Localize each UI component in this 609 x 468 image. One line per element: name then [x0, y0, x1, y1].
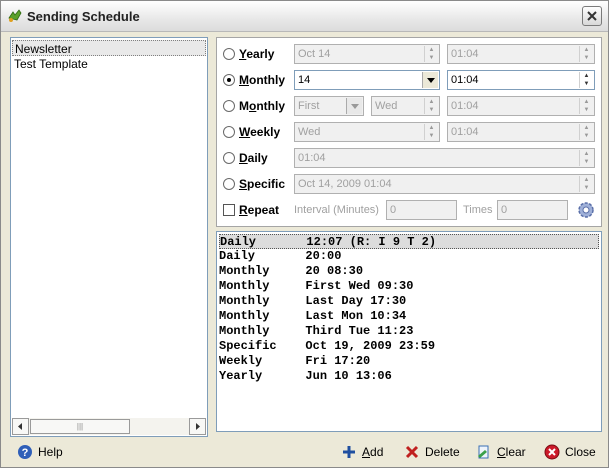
chevron-down-icon — [427, 78, 435, 83]
specific-datetime-field[interactable]: Oct 14, 2009 01:04 ▲ ▼ — [294, 174, 595, 194]
title-bar: Sending Schedule — [1, 1, 608, 32]
add-button[interactable]: Add — [341, 442, 383, 462]
monthly-week-label: Monthly — [239, 99, 286, 113]
monthly-week-dropdown-button[interactable] — [346, 98, 362, 114]
horizontal-scrollbar[interactable]: ||| — [12, 418, 206, 435]
weekly-weekday-spinner[interactable]: ▲ ▼ — [424, 124, 438, 140]
specific-datetime-spinner[interactable]: ▲ ▼ — [579, 176, 593, 192]
weekly-label: Weekly — [239, 125, 281, 139]
repeat-row: Repeat Interval (Minutes) 0 Times 0 — [217, 199, 601, 221]
close-button-label: Close — [565, 445, 596, 459]
times-input[interactable]: 0 — [497, 200, 568, 220]
yearly-date-field[interactable]: Oct 14 ▲ ▼ — [294, 44, 440, 64]
gear-icon[interactable] — [576, 200, 596, 220]
schedule-options-panel: Yearly Oct 14 ▲ ▼ 01:04 ▲ ▼ Monthly 14 01:… — [216, 37, 602, 227]
template-list[interactable]: Newsletter Test Template ||| — [10, 37, 208, 437]
weekly-time-spinner[interactable]: ▲ ▼ — [579, 124, 593, 140]
scroll-right-button[interactable] — [189, 418, 206, 435]
template-list-item[interactable]: Test Template — [12, 56, 206, 72]
clear-button-label: Clear — [497, 445, 526, 459]
weekly-row: Weekly Wed ▲ ▼ 01:04 ▲ ▼ — [217, 121, 601, 143]
daily-time-field[interactable]: 01:04 ▲ ▼ — [294, 148, 595, 168]
monthly-day-radio[interactable] — [223, 74, 235, 86]
yearly-date-spinner[interactable]: ▲ ▼ — [424, 46, 438, 62]
schedule-entry[interactable]: Monthly 20 08:30 — [219, 264, 599, 279]
schedule-entry[interactable]: Monthly First Wed 09:30 — [219, 279, 599, 294]
schedule-entry[interactable]: Monthly Last Day 17:30 — [219, 294, 599, 309]
delete-button-label: Delete — [425, 445, 460, 459]
monthly-week-ordinal-select[interactable]: First — [294, 96, 364, 116]
monthly-day-dropdown-button[interactable] — [422, 72, 438, 88]
window-close-button[interactable] — [582, 6, 602, 26]
clear-icon — [478, 445, 489, 459]
close-button[interactable]: Close — [544, 442, 596, 462]
schedule-entry[interactable]: Weekly Fri 17:20 — [219, 354, 599, 369]
specific-label: Specific — [239, 177, 286, 191]
monthly-day-label: Monthly — [239, 73, 285, 87]
schedule-entry[interactable]: Monthly Third Tue 11:23 — [219, 324, 599, 339]
yearly-radio[interactable] — [223, 48, 235, 60]
daily-row: Daily 01:04 ▲ ▼ — [217, 147, 601, 169]
help-button-label: Help — [38, 445, 63, 459]
arrow-left-icon — [18, 423, 22, 430]
specific-row: Specific Oct 14, 2009 01:04 ▲ ▼ — [217, 173, 601, 195]
schedule-entry[interactable]: Specific Oct 19, 2009 23:59 — [219, 339, 599, 354]
monthly-week-weekday-spinner[interactable]: ▲ ▼ — [424, 98, 438, 114]
delete-x-icon — [405, 445, 419, 459]
svg-text:?: ? — [22, 447, 29, 459]
monthly-day-row: Monthly 14 01:04 ▲ ▼ — [217, 69, 601, 91]
scroll-left-button[interactable] — [12, 418, 29, 435]
monthly-week-time-spinner[interactable]: ▲ ▼ — [579, 98, 593, 114]
repeat-checkbox[interactable] — [223, 204, 235, 216]
window-title: Sending Schedule — [27, 9, 140, 24]
interval-label: Interval (Minutes) — [294, 204, 379, 216]
monthly-week-radio[interactable] — [223, 100, 235, 112]
monthly-week-time-field[interactable]: 01:04 ▲ ▼ — [447, 96, 595, 116]
scroll-thumb[interactable]: ||| — [30, 419, 130, 434]
daily-radio[interactable] — [223, 152, 235, 164]
daily-time-spinner[interactable]: ▲ ▼ — [579, 150, 593, 166]
schedule-entry[interactable]: Monthly Last Mon 10:34 — [219, 309, 599, 324]
weekly-radio[interactable] — [223, 126, 235, 138]
schedule-entry-list[interactable]: Daily 12:07 (R: I 9 T 2) Daily 20:00 Mon… — [216, 231, 602, 432]
delete-button[interactable]: Delete — [404, 442, 460, 462]
monthly-week-weekday-field[interactable]: Wed ▲ ▼ — [371, 96, 440, 116]
monthly-day-time-field[interactable]: 01:04 ▲ ▼ — [447, 70, 595, 90]
arrow-right-icon — [196, 423, 200, 430]
weekly-weekday-field[interactable]: Wed ▲ ▼ — [294, 122, 440, 142]
clear-button[interactable]: Clear — [476, 442, 526, 462]
weekly-time-field[interactable]: 01:04 ▲ ▼ — [447, 122, 595, 142]
plus-icon — [343, 446, 355, 458]
help-button[interactable]: ? Help — [17, 442, 63, 462]
schedule-app-icon — [7, 9, 23, 23]
close-icon — [587, 11, 597, 21]
template-list-item[interactable]: Newsletter — [12, 40, 206, 56]
repeat-label: Repeat — [239, 203, 280, 217]
schedule-entry[interactable]: Daily 12:07 (R: I 9 T 2) — [219, 234, 599, 249]
monthly-day-time-spinner[interactable]: ▲ ▼ — [579, 72, 593, 88]
monthly-day-select[interactable]: 14 — [294, 70, 440, 90]
schedule-entry[interactable]: Yearly Jun 10 13:06 — [219, 369, 599, 384]
close-circle-icon — [544, 444, 560, 460]
monthly-week-row: Monthly First Wed ▲ ▼ 01:04 ▲ ▼ — [217, 95, 601, 117]
yearly-row: Yearly Oct 14 ▲ ▼ 01:04 ▲ ▼ — [217, 43, 601, 65]
times-label: Times — [463, 204, 493, 216]
chevron-down-icon — [351, 104, 359, 109]
specific-radio[interactable] — [223, 178, 235, 190]
add-button-label: Add — [362, 445, 384, 459]
schedule-entry[interactable]: Daily 20:00 — [219, 249, 599, 264]
yearly-time-field[interactable]: 01:04 ▲ ▼ — [447, 44, 595, 64]
yearly-time-spinner[interactable]: ▲ ▼ — [579, 46, 593, 62]
interval-input[interactable]: 0 — [386, 200, 457, 220]
sending-schedule-window: Sending Schedule Newsletter Test Templat… — [0, 0, 609, 468]
help-icon: ? — [18, 445, 32, 459]
yearly-label: Yearly — [239, 47, 275, 61]
bottom-toolbar: ? Help Add Delete Clear Close — [1, 437, 608, 467]
daily-label: Daily — [239, 151, 268, 165]
